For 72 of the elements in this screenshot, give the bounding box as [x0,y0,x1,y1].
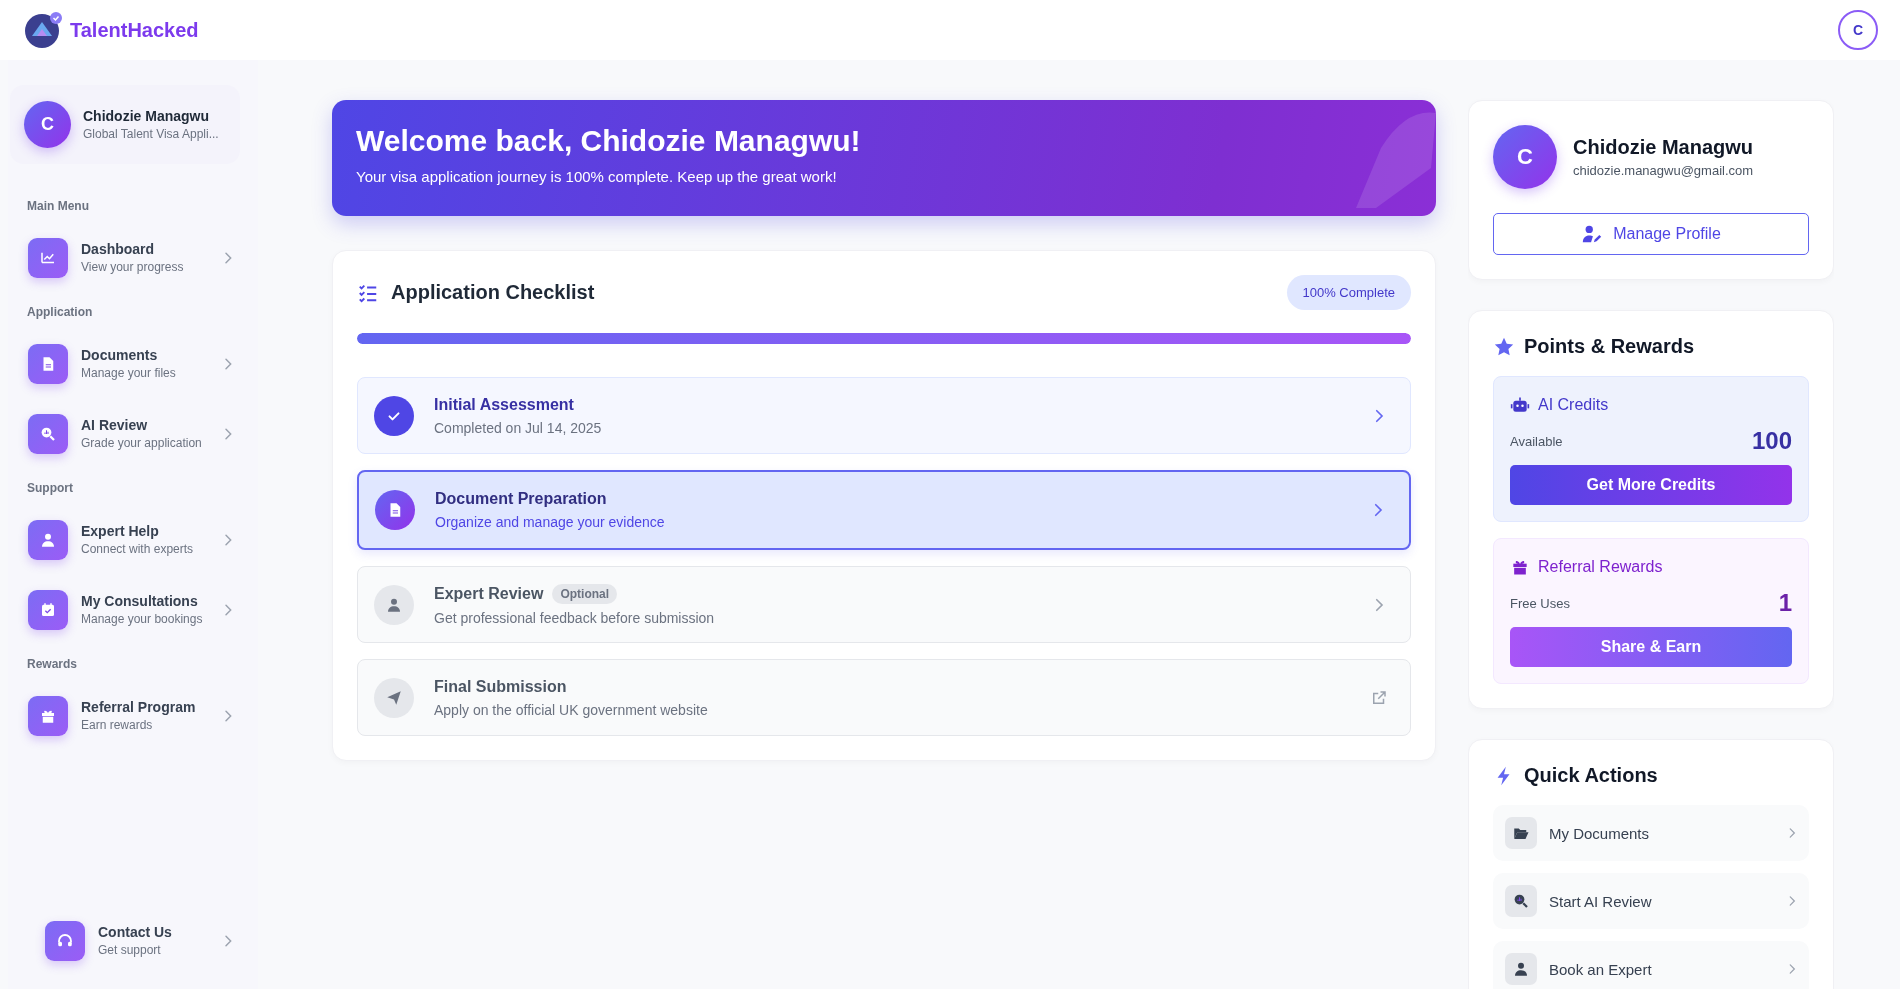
nav-item-title: Contact Us [98,924,173,940]
checklist-item[interactable]: Expert Review Optional Get professional feedback before submission [357,566,1411,643]
nav-item-subtitle: Connect with experts [81,542,195,556]
quick-action[interactable]: Start AI Review [1493,873,1809,929]
reward-label: Free Uses [1510,595,1570,611]
step-title: Final Submission [434,677,567,696]
nav-item[interactable]: Contact Us Get support [10,918,248,963]
card-title: Application Checklist [391,281,595,304]
nav-item[interactable]: Documents Manage your files [10,341,248,386]
nav-item-title: Referral Program [81,699,197,715]
user-name: Chidozie Managwu [83,108,210,124]
nav-item-title: My Consultations [81,593,199,609]
nav-item-subtitle: Manage your files [81,366,177,380]
step-subtitle: Organize and manage your evidence [435,514,666,530]
avatar: C [24,101,71,148]
manage-profile-button[interactable]: Manage Profile [1493,213,1809,255]
checklist-item[interactable]: Document Preparation Organize and manage your evidence [357,470,1411,550]
nav-item-subtitle: Get support [98,943,162,957]
quick-action[interactable]: Book an Expert [1493,941,1809,989]
reward-button[interactable]: Get More Credits [1510,465,1792,505]
nav-item[interactable]: AI Review Grade your application [10,411,248,456]
optional-tag: Optional [552,583,618,604]
step-title: Expert Review [434,584,544,603]
reward-label: Available [1510,433,1563,449]
card-title: Points & Rewards [1524,335,1695,358]
nav-item-subtitle: Earn rewards [81,718,154,732]
section-label: Main Menu [27,199,90,213]
logo-icon [24,10,64,50]
nav-item-subtitle: Manage your bookings [81,612,204,626]
nav-item[interactable]: Expert Help Connect with experts [10,517,248,562]
checklist-item[interactable]: Final Submission Apply on the official UK government website [357,659,1411,736]
person-icon [1512,960,1530,978]
checklist-item[interactable]: Initial Assessment Completed on Jul 14, 2025 [357,377,1411,454]
nav-item-title: Expert Help [81,523,160,539]
user-email: chidozie.managwu@gmail.com [1573,163,1754,178]
step-title: Initial Assessment [434,395,574,414]
nav-item[interactable]: My Consultations Manage your bookings [10,587,248,632]
section-label: Support [27,481,74,495]
section-label: Rewards [27,657,79,671]
quick-action[interactable]: My Documents [1493,805,1809,861]
reward-title: Referral Rewards [1538,558,1663,576]
reward-title: AI Credits [1538,396,1609,414]
avatar-button[interactable]: C [1838,10,1878,50]
nav-item-subtitle: View your progress [81,260,185,274]
calendar-icon [39,600,57,619]
nav-item[interactable]: Dashboard View your progress [10,235,248,280]
nav-item-subtitle: Grade your application [81,436,203,450]
reward-value: 1 [1778,589,1792,617]
card-title: Quick Actions [1524,764,1658,787]
external-link-icon [1370,688,1388,707]
avatar: C [1493,125,1557,189]
welcome-title: Welcome back, Chidozie Managwu! [356,124,862,158]
nav-item[interactable]: Referral Program Earn rewards [10,693,248,738]
magnifier-icon [1512,892,1530,910]
section-label: Application [27,305,94,319]
user-edit-icon [1581,223,1604,245]
step-subtitle: Completed on Jul 14, 2025 [434,419,603,436]
reward-value: 100 [1751,427,1792,455]
step-subtitle: Get professional feedback before submission [434,609,716,626]
nav-item-title: Documents [81,347,159,363]
welcome-subtitle: Your visa application journey is 100% complete. Keep up the great work! [356,168,838,185]
user-name: Chidozie Managwu [1573,136,1754,159]
robot-icon [1510,395,1530,415]
completion-badge: 100% Complete [1286,275,1411,310]
user-subtitle: Global Talent Visa Appli... [83,127,219,141]
reward-button[interactable]: Share & Earn [1510,627,1792,667]
step-title: Document Preparation [435,490,607,508]
step-subtitle: Apply on the official UK government website [434,701,709,718]
brand-name[interactable]: TalentHacked [70,18,199,42]
nav-item-title: Dashboard [81,241,156,257]
paper-plane-icon [385,688,403,707]
nav-item-title: AI Review [81,417,149,433]
